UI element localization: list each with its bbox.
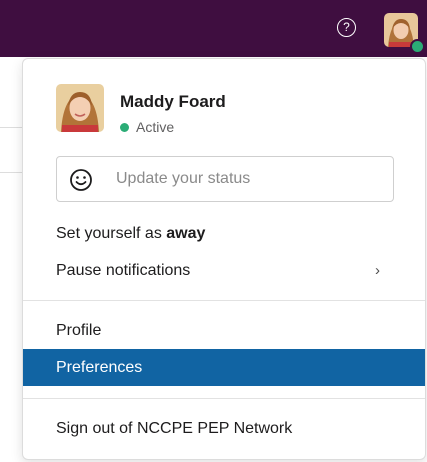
- sign-out-item[interactable]: Sign out of NCCPE PEP Network: [23, 410, 425, 447]
- sign-out-label: Sign out of NCCPE PEP Network: [56, 420, 293, 437]
- profile-item[interactable]: Profile: [23, 312, 425, 349]
- question-mark-icon: ?: [343, 20, 350, 34]
- menu-divider: [23, 300, 425, 301]
- profile-header: Maddy Foard Active: [23, 59, 425, 149]
- status-placeholder: Update your status: [116, 170, 251, 187]
- preferences-label: Preferences: [56, 359, 143, 376]
- avatar-image: [56, 84, 104, 132]
- presence-status: Active: [120, 119, 174, 135]
- status-dot-icon: [120, 123, 129, 132]
- presence-indicator: [410, 39, 425, 54]
- pause-notifications-item[interactable]: Pause notifications ›: [23, 252, 425, 289]
- away-word: away: [166, 225, 206, 242]
- help-button[interactable]: ?: [337, 18, 356, 37]
- pause-notifications-label: Pause notifications: [56, 262, 191, 279]
- user-menu: Maddy Foard Active Update your status Se…: [22, 58, 426, 460]
- smile-icon: [70, 169, 92, 191]
- user-name: Maddy Foard: [120, 92, 226, 111]
- chevron-right-icon: ›: [375, 262, 380, 279]
- set-away-item[interactable]: Set yourself as away: [23, 215, 425, 252]
- profile-label: Profile: [56, 322, 102, 339]
- status-input[interactable]: Update your status: [56, 156, 394, 202]
- preferences-item[interactable]: Preferences: [23, 349, 425, 386]
- top-bar: ?: [0, 0, 427, 57]
- set-away-label: Set yourself as: [56, 225, 167, 242]
- status-label: Active: [136, 119, 175, 135]
- avatar: [56, 84, 104, 132]
- menu-divider: [23, 398, 425, 399]
